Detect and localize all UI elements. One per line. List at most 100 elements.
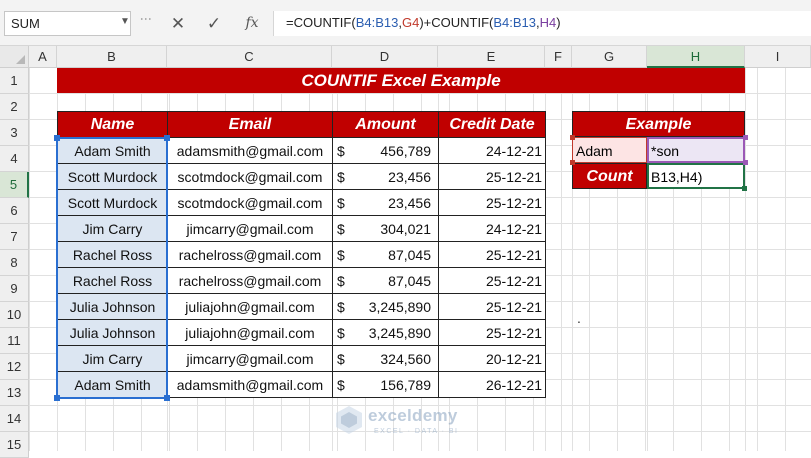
currency-symbol: $ bbox=[337, 168, 345, 185]
email-cell[interactable]: scotmdock@gmail.com bbox=[167, 189, 333, 216]
example-title[interactable]: Example bbox=[572, 111, 745, 137]
select-all-button[interactable] bbox=[0, 46, 29, 68]
email-cell[interactable]: scotmdock@gmail.com bbox=[167, 163, 333, 190]
sheet-title[interactable]: COUNTIF Excel Example bbox=[57, 68, 745, 93]
row-header-9[interactable]: 9 bbox=[0, 276, 29, 302]
row-header-13[interactable]: 13 bbox=[0, 380, 29, 406]
column-header-c[interactable]: C bbox=[167, 46, 332, 68]
amount-cell[interactable]: $324,560 bbox=[332, 345, 439, 372]
name-cell[interactable]: Rachel Ross bbox=[57, 267, 168, 294]
formula-bar: SUM ▼ ⋮ ✕ ✓ fx =COUNTIF(B4:B13,G4)+COUNT… bbox=[0, 0, 811, 46]
row-header-4[interactable]: 4 bbox=[0, 146, 29, 172]
table-row: Julia Johnson juliajohn@gmail.com $3,245… bbox=[57, 319, 546, 346]
date-cell[interactable]: 25-12-21 bbox=[438, 189, 546, 216]
insert-function-button[interactable]: fx bbox=[237, 11, 267, 36]
email-cell[interactable]: rachelross@gmail.com bbox=[167, 241, 333, 268]
name-cell[interactable]: Rachel Ross bbox=[57, 241, 168, 268]
email-cell[interactable]: rachelross@gmail.com bbox=[167, 267, 333, 294]
column-header-b[interactable]: B bbox=[57, 46, 167, 68]
header-amount[interactable]: Amount bbox=[332, 111, 439, 138]
name-box-value: SUM bbox=[11, 16, 40, 31]
row-header-7[interactable]: 7 bbox=[0, 224, 29, 250]
name-cell[interactable]: Scott Murdock bbox=[57, 189, 168, 216]
date-cell[interactable]: 20-12-21 bbox=[438, 345, 546, 372]
date-cell[interactable]: 25-12-21 bbox=[438, 319, 546, 346]
name-cell[interactable]: Julia Johnson bbox=[57, 293, 168, 320]
row-header-10[interactable]: 10 bbox=[0, 302, 29, 328]
email-cell[interactable]: jimcarry@gmail.com bbox=[167, 215, 333, 242]
enter-button[interactable]: ✓ bbox=[199, 11, 229, 36]
currency-symbol: $ bbox=[337, 272, 345, 289]
amount-cell[interactable]: $87,045 bbox=[332, 267, 439, 294]
stray-text[interactable]: . bbox=[577, 310, 581, 326]
email-cell[interactable]: adamsmith@gmail.com bbox=[167, 371, 333, 398]
cell-g4[interactable]: Adam bbox=[572, 137, 647, 163]
currency-symbol: $ bbox=[337, 220, 345, 237]
row-header-6[interactable]: 6 bbox=[0, 198, 29, 224]
column-header-i[interactable]: I bbox=[745, 46, 811, 68]
chevron-down-icon[interactable]: ▼ bbox=[120, 16, 130, 27]
count-label[interactable]: Count bbox=[572, 163, 647, 189]
row-header-3[interactable]: 3 bbox=[0, 120, 29, 146]
row-header-14[interactable]: 14 bbox=[0, 406, 29, 432]
cancel-button[interactable]: ✕ bbox=[163, 11, 193, 36]
row-header-5[interactable]: 5 bbox=[0, 172, 29, 198]
name-cell[interactable]: Jim Carry bbox=[57, 215, 168, 242]
date-cell[interactable]: 25-12-21 bbox=[438, 241, 546, 268]
formula-ref-range: B4:B13 bbox=[493, 15, 537, 30]
table-row: Scott Murdock scotmdock@gmail.com $23,45… bbox=[57, 163, 546, 190]
email-cell[interactable]: adamsmith@gmail.com bbox=[167, 137, 333, 164]
name-cell[interactable]: Julia Johnson bbox=[57, 319, 168, 346]
amount-cell[interactable]: $3,245,890 bbox=[332, 293, 439, 320]
cell-area[interactable]: COUNTIF Excel Example Name Email Amount … bbox=[29, 68, 811, 451]
name-box[interactable]: SUM ▼ bbox=[4, 11, 131, 36]
amount-value: 156,789 bbox=[380, 376, 431, 393]
name-cell[interactable]: Jim Carry bbox=[57, 345, 168, 372]
row-header-8[interactable]: 8 bbox=[0, 250, 29, 276]
amount-cell[interactable]: $456,789 bbox=[332, 137, 439, 164]
amount-cell[interactable]: $87,045 bbox=[332, 241, 439, 268]
date-cell[interactable]: 25-12-21 bbox=[438, 163, 546, 190]
row-header-1[interactable]: 1 bbox=[0, 68, 29, 94]
amount-cell[interactable]: $23,456 bbox=[332, 163, 439, 190]
date-cell[interactable]: 24-12-21 bbox=[438, 215, 546, 242]
date-cell[interactable]: 25-12-21 bbox=[438, 267, 546, 294]
email-cell[interactable]: juliajohn@gmail.com bbox=[167, 293, 333, 320]
cell-h4[interactable]: *son bbox=[647, 137, 745, 163]
amount-cell[interactable]: $156,789 bbox=[332, 371, 439, 398]
row-header-15[interactable]: 15 bbox=[0, 432, 29, 458]
amount-cell[interactable]: $304,021 bbox=[332, 215, 439, 242]
row-header-2[interactable]: 2 bbox=[0, 94, 29, 120]
date-cell[interactable]: 25-12-21 bbox=[438, 293, 546, 320]
date-cell[interactable]: 26-12-21 bbox=[438, 371, 546, 398]
currency-symbol: $ bbox=[337, 376, 345, 393]
watermark-tagline: EXCEL · DATA · BI bbox=[374, 428, 459, 435]
column-header-d[interactable]: D bbox=[332, 46, 438, 68]
email-cell[interactable]: juliajohn@gmail.com bbox=[167, 319, 333, 346]
amount-value: 304,021 bbox=[380, 220, 431, 237]
email-cell[interactable]: jimcarry@gmail.com bbox=[167, 345, 333, 372]
column-header-a[interactable]: A bbox=[29, 46, 57, 68]
amount-cell[interactable]: $3,245,890 bbox=[332, 319, 439, 346]
more-options-icon[interactable]: ⋮ bbox=[139, 13, 153, 24]
table-row: Jim Carry jimcarry@gmail.com $304,021 24… bbox=[57, 215, 546, 242]
column-header-g[interactable]: G bbox=[572, 46, 647, 68]
column-header-f[interactable]: F bbox=[545, 46, 572, 68]
active-cell-h5[interactable]: B13,H4) bbox=[647, 163, 745, 189]
fill-handle[interactable] bbox=[742, 186, 747, 191]
name-cell[interactable]: Scott Murdock bbox=[57, 163, 168, 190]
date-cell[interactable]: 24-12-21 bbox=[438, 137, 546, 164]
name-cell[interactable]: Adam Smith bbox=[57, 137, 168, 164]
header-credit-date[interactable]: Credit Date bbox=[438, 111, 546, 138]
ref-handle bbox=[570, 160, 575, 165]
amount-value: 324,560 bbox=[380, 350, 431, 367]
column-header-h[interactable]: H bbox=[647, 46, 745, 68]
row-header-11[interactable]: 11 bbox=[0, 328, 29, 354]
header-name[interactable]: Name bbox=[57, 111, 168, 138]
formula-input[interactable]: =COUNTIF(B4:B13,G4)+COUNTIF(B4:B13,H4) bbox=[273, 11, 811, 36]
amount-cell[interactable]: $23,456 bbox=[332, 189, 439, 216]
name-cell[interactable]: Adam Smith bbox=[57, 371, 168, 398]
column-header-e[interactable]: E bbox=[438, 46, 545, 68]
header-email[interactable]: Email bbox=[167, 111, 333, 138]
row-header-12[interactable]: 12 bbox=[0, 354, 29, 380]
